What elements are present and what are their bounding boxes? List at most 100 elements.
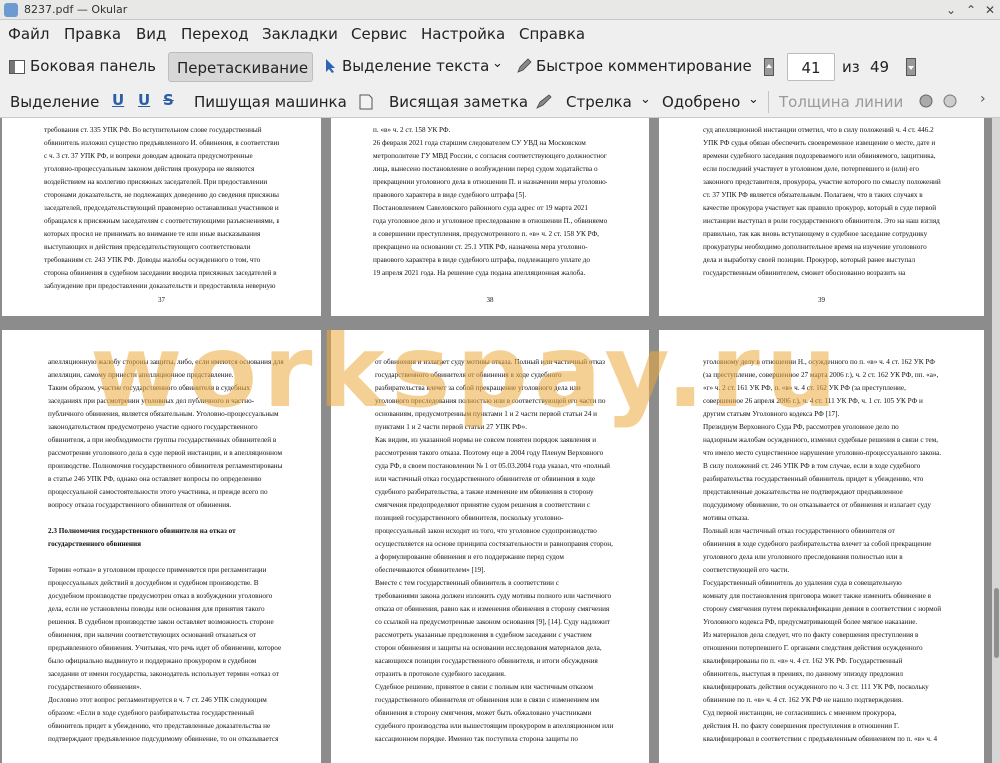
menu-go[interactable]: Переход xyxy=(181,25,249,43)
text-line: предъявленного обвинения. Учитывая, что … xyxy=(48,644,282,652)
text-line: кассационном порядке. Именно так поступи… xyxy=(375,735,579,743)
menu-edit[interactable]: Правка xyxy=(64,25,121,43)
text-line: 2.3 Полномочия государственного обвините… xyxy=(48,527,236,535)
next-page-icon[interactable] xyxy=(906,58,916,76)
quick-comment-label: Быстрое комментирование xyxy=(536,57,752,75)
text-line: В силу положений ст. 246 УПК РФ в том сл… xyxy=(703,462,921,470)
menu-bookmarks[interactable]: Закладки xyxy=(262,25,338,43)
text-line: отказа от обвинения, равно как и изменен… xyxy=(375,605,610,613)
text-line: законного представителя, прокурора, учас… xyxy=(703,178,941,186)
note-icon[interactable] xyxy=(359,94,373,110)
text-line: квалифицировал в соответствии с предъявл… xyxy=(703,735,938,743)
page-number-input[interactable]: 41 xyxy=(787,53,835,81)
text-line: ст. 37 УПК РФ является обязательным. Пол… xyxy=(703,191,923,199)
scrollbar-thumb[interactable] xyxy=(994,588,999,658)
text-line: сторону смягчения путем переквалификации… xyxy=(703,605,942,613)
vertical-scrollbar[interactable] xyxy=(992,118,1000,763)
text-line: обвинитель изложил существо предъявленно… xyxy=(44,139,279,147)
previous-page-icon[interactable] xyxy=(764,58,774,76)
select-text-button[interactable]: Выделение текста xyxy=(322,57,489,75)
stamp-dropdown-icon[interactable]: ⌄ xyxy=(748,92,759,107)
stamp-tool[interactable]: Одобрено xyxy=(662,93,740,111)
text-line: сторона обвинения в судебном заседании в… xyxy=(44,269,277,277)
text-line: от обвинения и излагает суду мотивы отка… xyxy=(375,358,605,366)
opacity-icon[interactable] xyxy=(942,93,958,109)
text-line: досудебном производстве предусмотрен отк… xyxy=(48,592,273,600)
text-line: Из материалов дела следует, что по факту… xyxy=(703,631,919,639)
strikeout-icon[interactable]: S xyxy=(163,91,174,109)
line-width-tool[interactable]: Толщина линии xyxy=(779,93,903,111)
menu-file[interactable]: Файл xyxy=(8,25,49,43)
text-line: процессуальный закон исходит из того, чт… xyxy=(375,527,597,535)
text-line: уголовно-процессуальным законом действия… xyxy=(44,165,255,173)
text-line: образом: «Если в ходе судебного разбират… xyxy=(48,709,254,717)
highlight-tool[interactable]: Выделение xyxy=(10,93,99,111)
maximize-icon[interactable]: ⌃ xyxy=(962,1,980,19)
text-line: совершенное 26 апреля 2006 г.), ч. 4 ст.… xyxy=(703,397,923,405)
text-line: государственного обвинителя от обвинения… xyxy=(375,696,600,704)
quick-comment-button[interactable]: Быстрое комментирование xyxy=(514,57,752,75)
text-line: апелляции, самому принести апелляционное… xyxy=(48,371,234,379)
text-line: разбирательства влечет за собой прекраще… xyxy=(375,384,581,392)
menu-bar: Файл Правка Вид Переход Закладки Сервис … xyxy=(0,20,1000,48)
text-line: сторон обвинения и защиты на основании и… xyxy=(375,644,602,652)
text-line: судебного производства или вышестоящим п… xyxy=(375,722,614,730)
squiggle-icon[interactable]: U xyxy=(138,91,150,109)
color-icon[interactable] xyxy=(918,93,934,109)
text-line: прекращено на основании ст. 25.1 УПК РФ,… xyxy=(373,243,588,251)
note-tool[interactable]: Висящая заметка xyxy=(389,93,528,111)
arrow-pen-icon[interactable] xyxy=(535,94,553,110)
text-line: а формулирование обвинения и его поддерж… xyxy=(375,553,564,561)
text-line: Таким образом, участие государственного … xyxy=(48,384,251,392)
typewriter-tool[interactable]: Пишущая машинка xyxy=(194,93,347,111)
text-line: сторонами доказательств, не подлежащих д… xyxy=(44,191,279,199)
text-line: что имело место существенное нарушение у… xyxy=(703,449,942,457)
annotation-toolbar: Выделение U U S Пишущая машинка Висящая … xyxy=(0,86,1000,118)
menu-view[interactable]: Вид xyxy=(136,25,166,43)
menu-help[interactable]: Справка xyxy=(519,25,585,43)
title-bar: 8237.pdf — Okular ⌄ ⌃ ✕ xyxy=(0,0,1000,20)
sidebar-icon xyxy=(9,60,25,74)
text-line: УПК РФ судья обязан обеспечить своевреме… xyxy=(703,139,936,147)
underline-icon[interactable]: U xyxy=(112,91,124,109)
page-41: от обвинения и излагает суду мотивы отка… xyxy=(331,330,649,763)
text-line: обвинения, при наличии соответствующих о… xyxy=(48,631,256,639)
menu-tools[interactable]: Сервис xyxy=(351,25,407,43)
text-line: суд апелляционной инстанции отметил, что… xyxy=(703,126,934,134)
text-line: касающихся позиции государственного обви… xyxy=(375,657,598,665)
sidebar-button[interactable]: Боковая панель xyxy=(6,57,156,75)
arrow-tool[interactable]: Стрелка xyxy=(566,93,632,111)
text-line: производстве. Полномочия государственног… xyxy=(48,462,283,470)
text-line: требованиями закона должен изложить суду… xyxy=(375,592,612,600)
close-icon[interactable]: ✕ xyxy=(981,1,999,19)
text-line: 26 февраля 2021 года старшим следователе… xyxy=(373,139,586,147)
text-line: со ссылкой на предусмотренные законом ос… xyxy=(375,618,610,626)
text-line xyxy=(48,512,287,525)
text-line: комнату для постановления приговора може… xyxy=(703,592,932,600)
text-line: разбирательства государственный обвините… xyxy=(703,475,924,483)
minimize-icon[interactable]: ⌄ xyxy=(942,1,960,19)
text-line: или частичный отказ государственного обв… xyxy=(375,475,596,483)
text-line: Судебное решение, принятое в связи с пол… xyxy=(375,683,594,691)
text-line: осуществляется на основе принципа состяз… xyxy=(375,540,613,548)
text-line: отношении потерпевшего Г. органами следс… xyxy=(703,644,923,652)
arrow-dropdown-icon[interactable]: ⌄ xyxy=(640,92,651,107)
text-line: квалифицированы по п. «в» ч. 4 ст. 162 У… xyxy=(703,657,903,665)
document-viewer[interactable]: требования ст. 335 УПК РФ. Во вступитель… xyxy=(0,118,1000,763)
text-line: которых просил не принимать во внимание … xyxy=(44,230,261,238)
text-line: уголовному делу в отношении Н., осужденн… xyxy=(703,358,935,366)
page-40: апелляционную жалобу стороны защиты, либ… xyxy=(2,330,321,763)
text-line: времени судебного заседания подозреваемо… xyxy=(703,152,936,160)
text-line: Вместе с тем государственный обвинитель … xyxy=(375,579,559,587)
page-number: 37 xyxy=(158,296,165,304)
menu-settings[interactable]: Настройка xyxy=(421,25,505,43)
select-text-dropdown-icon[interactable]: ⌄ xyxy=(492,56,503,71)
total-pages-label: 49 xyxy=(870,58,890,76)
more-tools-icon[interactable]: › xyxy=(980,91,986,107)
page-text: суд апелляционной инстанции отметил, что… xyxy=(659,124,984,280)
text-line: воздействием на коллегию присяжных засед… xyxy=(44,178,268,186)
text-line: суда РФ, в своем постановлении № 1 от 05… xyxy=(375,462,611,470)
drag-mode-button[interactable]: Перетаскивание xyxy=(168,52,313,82)
text-line: дела и выработку своей позиции. Прокурор… xyxy=(703,256,916,264)
page-text: апелляционную жалобу стороны защиты, либ… xyxy=(2,356,321,746)
